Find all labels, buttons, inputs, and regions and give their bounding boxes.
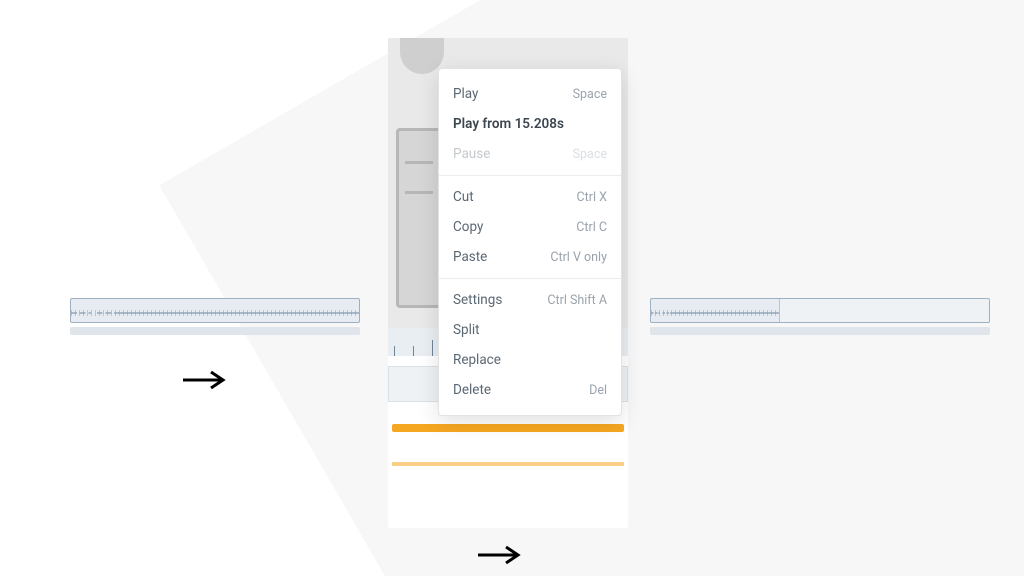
menu-item-replace[interactable]: Replace — [439, 345, 621, 375]
track-rail — [70, 327, 360, 335]
menu-item-shortcut: Space — [573, 87, 607, 102]
menu-item-label: Play from 15.208s — [453, 116, 564, 132]
timeline-track[interactable] — [392, 424, 624, 432]
arrow-right-icon — [470, 540, 530, 570]
audio-clip[interactable] — [70, 298, 360, 323]
menu-group-clip: Settings Ctrl Shift A Split Replace Dele… — [439, 279, 621, 411]
menu-item-label: Play — [453, 86, 478, 102]
menu-item-label: Paste — [453, 249, 487, 265]
menu-item-delete[interactable]: Delete Del — [439, 375, 621, 405]
arrow-right-icon — [175, 365, 235, 395]
menu-item-label: Pause — [453, 146, 490, 162]
menu-item-shortcut: Ctrl C — [576, 220, 607, 235]
menu-item-copy[interactable]: Copy Ctrl C — [439, 212, 621, 242]
menu-item-cut[interactable]: Cut Ctrl X — [439, 182, 621, 212]
menu-item-settings[interactable]: Settings Ctrl Shift A — [439, 285, 621, 315]
menu-item-shortcut: Ctrl Shift A — [547, 293, 607, 308]
menu-item-label: Settings — [453, 292, 502, 308]
menu-item-label: Copy — [453, 219, 483, 235]
menu-item-label: Split — [453, 322, 480, 338]
track-rail — [650, 327, 990, 335]
menu-item-label: Replace — [453, 352, 501, 368]
menu-item-shortcut: Ctrl X — [577, 190, 607, 205]
menu-group-playback: Play Space Play from 15.208s Pause Space — [439, 73, 621, 175]
timeline-track[interactable] — [392, 462, 624, 466]
menu-item-pause: Pause Space — [439, 139, 621, 169]
menu-item-split[interactable]: Split — [439, 315, 621, 345]
menu-item-label: Cut — [453, 189, 474, 205]
menu-item-paste[interactable]: Paste Ctrl V only — [439, 242, 621, 272]
editor-preview-strip: Play Space Play from 15.208s Pause Space… — [388, 38, 628, 528]
menu-item-play[interactable]: Play Space — [439, 79, 621, 109]
scene-lamp-shape — [400, 38, 444, 74]
waveform-after — [650, 298, 990, 335]
menu-item-shortcut: Del — [589, 383, 607, 398]
menu-item-shortcut: Ctrl V only — [550, 250, 607, 265]
menu-item-play-from[interactable]: Play from 15.208s — [439, 109, 621, 139]
context-menu: Play Space Play from 15.208s Pause Space… — [438, 68, 622, 416]
audio-clip[interactable] — [650, 298, 990, 323]
menu-item-shortcut: Space — [573, 147, 607, 162]
scene-cabinet-shape — [396, 128, 442, 308]
menu-group-edit: Cut Ctrl X Copy Ctrl C Paste Ctrl V only — [439, 176, 621, 278]
menu-item-label: Delete — [453, 382, 491, 398]
waveform-before — [70, 298, 360, 335]
